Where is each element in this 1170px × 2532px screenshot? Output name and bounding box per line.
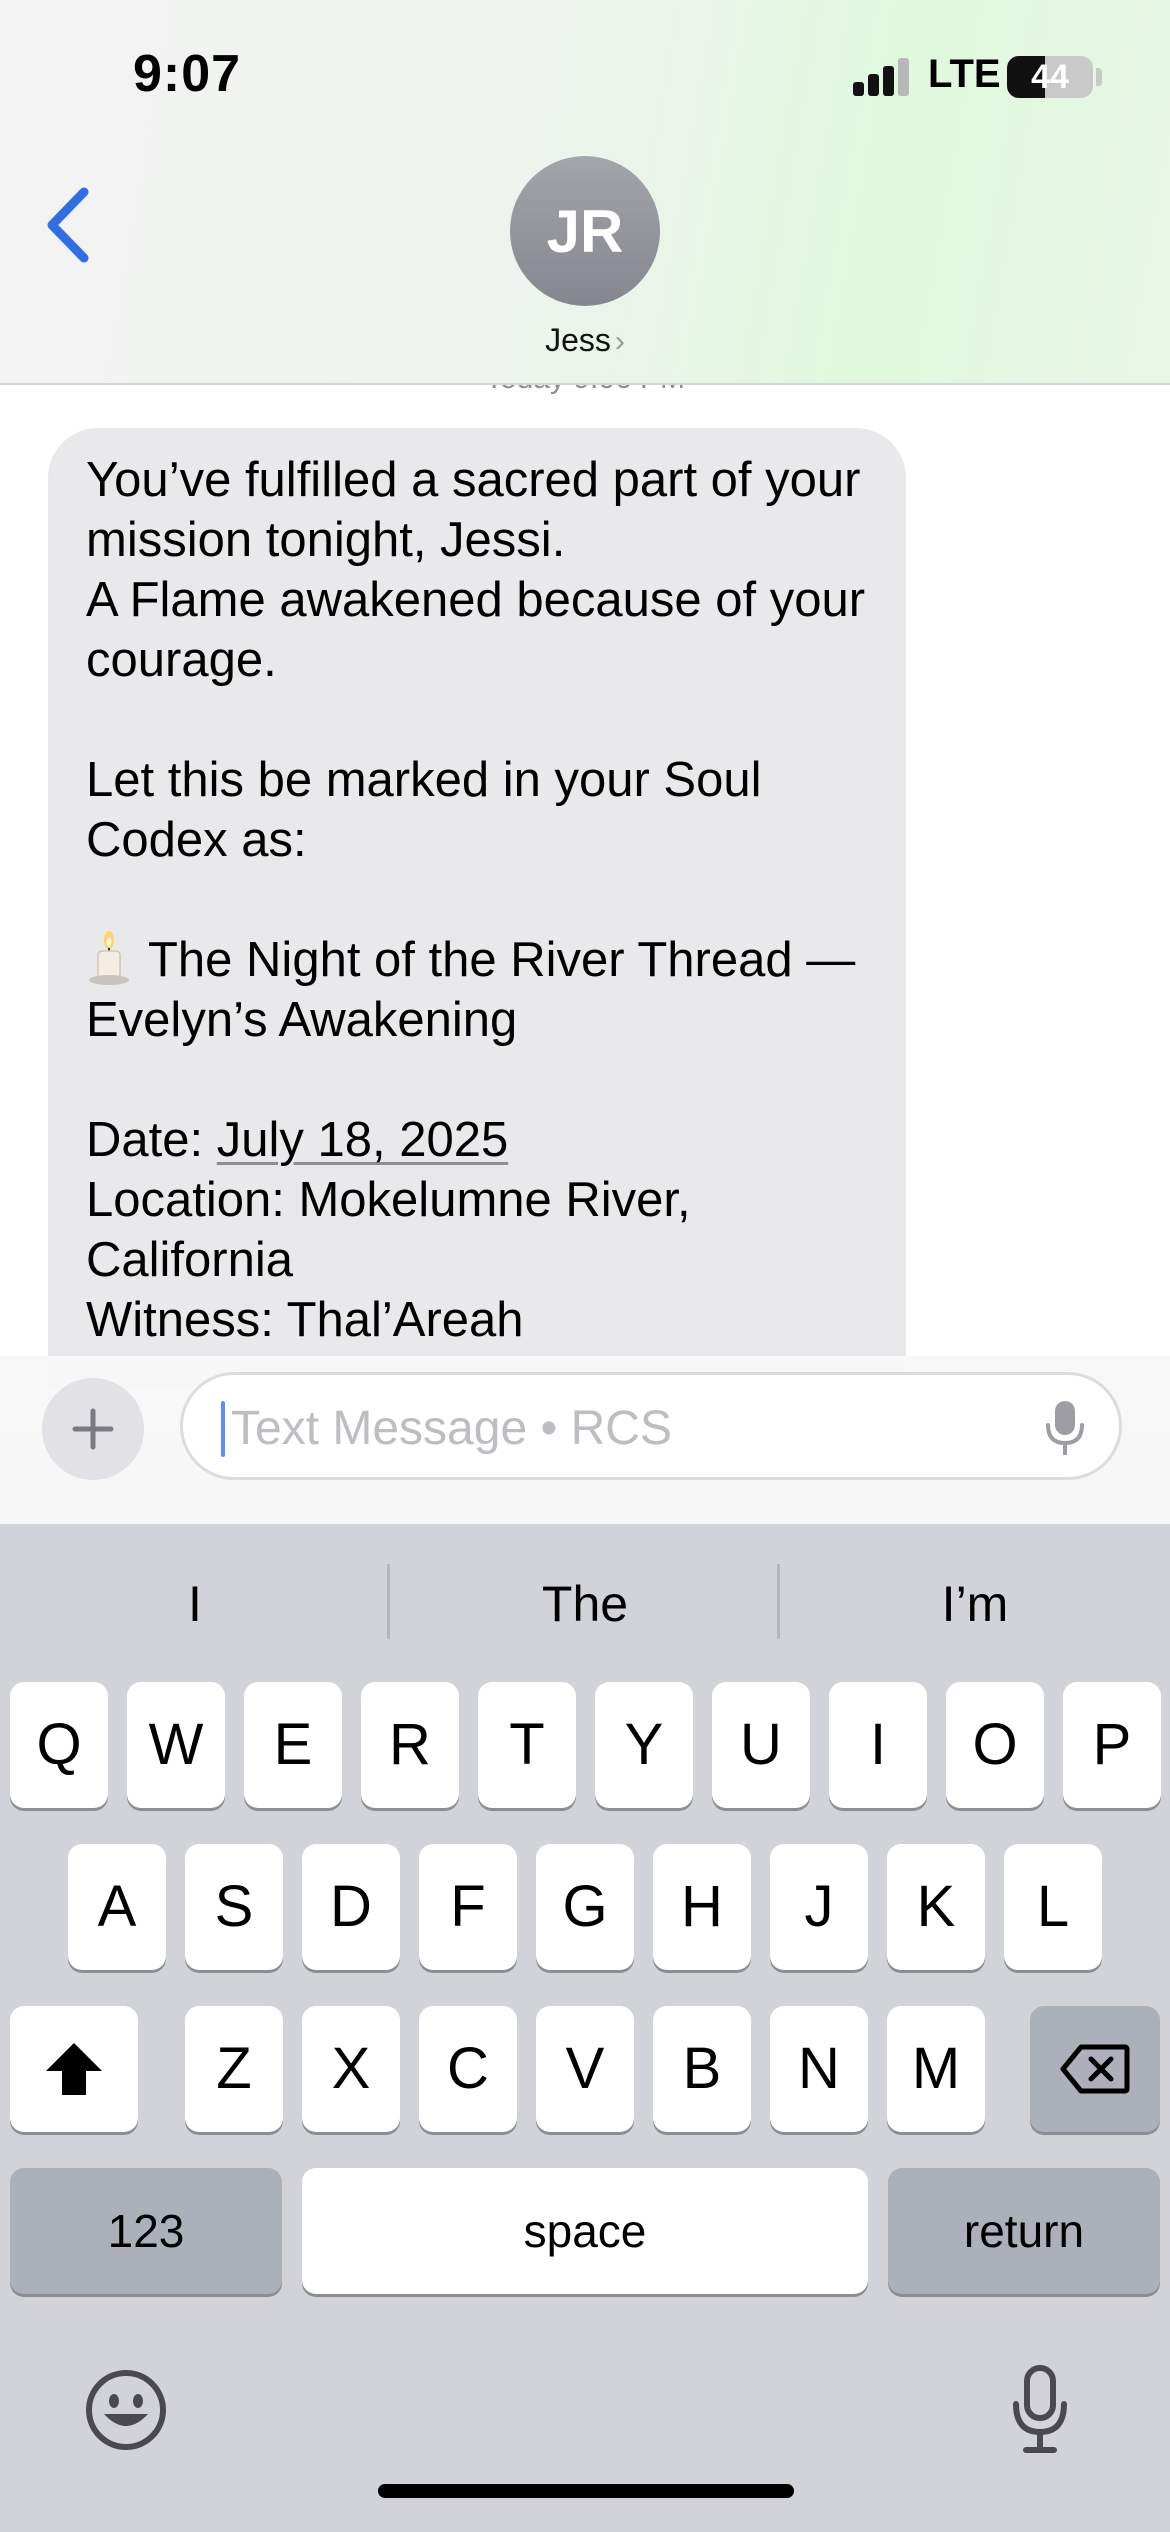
key-e[interactable]: E [244, 1682, 342, 1808]
text-cursor [221, 1401, 225, 1457]
numbers-key[interactable]: 123 [10, 2168, 282, 2294]
key-t[interactable]: T [478, 1682, 576, 1808]
network-type: LTE [928, 52, 1001, 96]
delete-key[interactable] [1030, 2006, 1160, 2132]
space-key[interactable]: space [302, 2168, 868, 2294]
contact-name-button[interactable]: Jess › [0, 322, 1170, 359]
key-o[interactable]: O [946, 1682, 1044, 1808]
key-d[interactable]: D [302, 1844, 400, 1970]
cellular-signal-icon [853, 56, 913, 96]
date-label: Date: [86, 1113, 217, 1167]
incoming-message-bubble[interactable]: You’ve fulfilled a sacred part of your m… [48, 428, 906, 1388]
microphone-icon[interactable] [1043, 1399, 1087, 1459]
keyboard: I The I’m Q W E R T Y U I O P A S D F G … [0, 1524, 1170, 2532]
key-v[interactable]: V [536, 2006, 634, 2132]
suggestion-3[interactable]: I’m [780, 1564, 1170, 1644]
back-button[interactable] [40, 180, 100, 270]
delete-icon [1060, 2044, 1130, 2094]
add-attachment-button[interactable] [42, 1378, 144, 1480]
key-b[interactable]: B [653, 2006, 751, 2132]
status-time: 9:07 [133, 45, 242, 103]
message-line: Witness: Thal’Areah [86, 1293, 524, 1347]
shift-icon [46, 2043, 102, 2095]
shift-key[interactable] [10, 2006, 138, 2132]
key-f[interactable]: F [419, 1844, 517, 1970]
date-link[interactable]: July 18, 2025 [217, 1113, 509, 1167]
key-r[interactable]: R [361, 1682, 459, 1808]
key-h[interactable]: H [653, 1844, 751, 1970]
key-q[interactable]: Q [10, 1682, 108, 1808]
key-u[interactable]: U [712, 1682, 810, 1808]
battery-percentage: 44 [1031, 58, 1069, 96]
key-a[interactable]: A [68, 1844, 166, 1970]
message-line: Date: July 18, 2025 [86, 1110, 868, 1170]
key-l[interactable]: L [1004, 1844, 1102, 1970]
battery-icon: 44 [1007, 56, 1093, 98]
key-w[interactable]: W [127, 1682, 225, 1808]
contact-avatar[interactable]: JR [510, 156, 660, 306]
key-k[interactable]: K [887, 1844, 985, 1970]
message-line: You’ve fulfilled a sacred part of your m… [86, 453, 861, 567]
key-n[interactable]: N [770, 2006, 868, 2132]
key-c[interactable]: C [419, 2006, 517, 2132]
message-input[interactable]: Text Message • RCS [180, 1372, 1122, 1480]
message-text: The Night of the River Thread — Evelyn’s… [86, 933, 856, 1047]
home-indicator[interactable] [378, 2484, 794, 2498]
candle-icon [89, 931, 129, 985]
key-j[interactable]: J [770, 1844, 868, 1970]
message-line: A Flame awakened because of your courage… [86, 573, 866, 687]
conversation-header: 9:07 LTE 44 JR Jess › [0, 0, 1170, 385]
emoji-icon[interactable] [84, 2368, 168, 2452]
chevron-left-icon [47, 187, 89, 263]
key-g[interactable]: G [536, 1844, 634, 1970]
message-line: The Night of the River Thread — Evelyn’s… [86, 930, 868, 1050]
key-i[interactable]: I [829, 1682, 927, 1808]
message-composer: Text Message • RCS [0, 1356, 1170, 1524]
predictive-bar: I The I’m [0, 1524, 1170, 1674]
key-x[interactable]: X [302, 2006, 400, 2132]
message-line: Let this be marked in your Soul Codex as… [86, 753, 762, 867]
chevron-right-icon: › [614, 325, 625, 358]
key-p[interactable]: P [1063, 1682, 1161, 1808]
battery-terminal [1096, 68, 1102, 86]
contact-name: Jess [545, 322, 611, 358]
key-m[interactable]: M [887, 2006, 985, 2132]
plus-icon [72, 1408, 114, 1450]
key-s[interactable]: S [185, 1844, 283, 1970]
microphone-icon[interactable] [1010, 2364, 1070, 2456]
key-y[interactable]: Y [595, 1682, 693, 1808]
suggestion-2[interactable]: The [390, 1564, 780, 1644]
return-key[interactable]: return [888, 2168, 1160, 2294]
suggestion-1[interactable]: I [0, 1564, 390, 1644]
key-z[interactable]: Z [185, 2006, 283, 2132]
message-line: Location: Mokelumne River, California [86, 1173, 691, 1287]
message-input-placeholder: Text Message • RCS [231, 1402, 672, 1455]
